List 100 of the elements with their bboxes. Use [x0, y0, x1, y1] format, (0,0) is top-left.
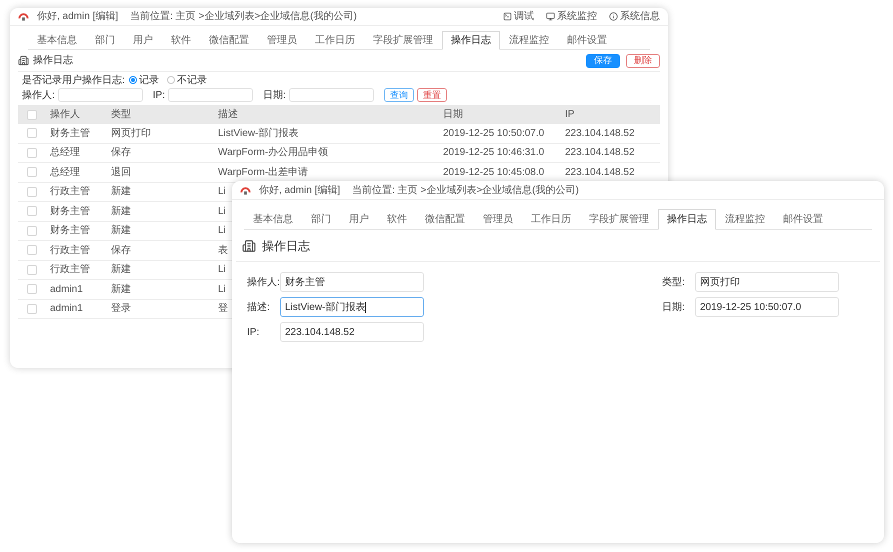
input-field[interactable]: 财务主管	[280, 272, 424, 292]
checkbox[interactable]	[26, 148, 36, 158]
table-cell: Li	[218, 186, 226, 198]
tab[interactable]: 用户	[124, 31, 162, 50]
input-field[interactable]: 2019-12-25 10:50:07.0	[695, 297, 839, 317]
table-cell: 新建	[111, 206, 131, 217]
checkbox[interactable]	[26, 167, 36, 178]
info-icon	[609, 12, 618, 21]
tab[interactable]: 微信配置	[416, 209, 474, 230]
input-field[interactable]	[288, 88, 374, 102]
table-cell: 总经理	[50, 166, 80, 178]
field-label: 日期:	[662, 300, 686, 314]
checkbox[interactable]	[26, 304, 36, 314]
tab[interactable]: 部门	[86, 31, 124, 50]
checkbox[interactable]	[26, 128, 36, 138]
column-header: 操作人	[49, 108, 81, 122]
field-label: IP:	[247, 326, 260, 340]
input-field[interactable]: ListView-部门报表	[280, 297, 424, 317]
tab[interactable]: 软件	[162, 31, 200, 50]
table-cell: 登录	[111, 303, 131, 314]
breadcrumb-text: 当前位置: 主页 >企业域列表>企业域信息(我的公司)	[352, 184, 579, 198]
table-cell: 保存	[111, 244, 131, 256]
checkbox[interactable]	[26, 284, 36, 294]
field-label: 描述:	[247, 300, 271, 314]
table-cell: 223.104.148.52	[565, 147, 635, 158]
radio-label: 记录	[138, 74, 159, 88]
tab[interactable]: 邮件设置	[774, 209, 832, 230]
table-cell: ListView-部门报表	[218, 128, 298, 139]
table-cell: 登	[218, 303, 228, 314]
log-setting-label: 是否记录用户操作日志:	[22, 74, 125, 88]
table-cell: 223.104.148.52	[565, 128, 635, 139]
tab[interactable]: 操作日志	[658, 209, 716, 230]
column-header: 类型	[110, 108, 132, 122]
filter-label: 操作人:	[22, 88, 55, 102]
logo-icon	[240, 184, 251, 196]
tab[interactable]: 管理员	[474, 209, 522, 230]
tab[interactable]: 软件	[378, 209, 416, 230]
input-field[interactable]: 网页打印	[695, 272, 839, 292]
table-cell: 财务主管	[50, 225, 90, 236]
tab[interactable]: 操作日志	[442, 31, 500, 50]
table-cell: 新建	[111, 225, 131, 236]
radio-label: 不记录	[176, 74, 207, 88]
table-cell: 退回	[111, 166, 131, 178]
table-cell: 财务主管	[50, 128, 90, 139]
tab[interactable]: 部门	[302, 209, 340, 230]
checkbox[interactable]	[26, 226, 36, 236]
terminal-icon	[503, 12, 512, 21]
input-field[interactable]	[58, 88, 143, 102]
table-cell: 行政主管	[50, 244, 90, 256]
table-cell: 2019-12-25 10:45:08.0	[443, 166, 544, 178]
table-cell: Li	[218, 225, 226, 236]
section-title: 操作日志	[33, 54, 73, 68]
checkbox[interactable]	[26, 245, 36, 256]
header-link[interactable]: 系统信息	[609, 9, 660, 24]
tab[interactable]: 微信配置	[200, 31, 258, 50]
table-cell: Li	[218, 206, 226, 217]
checkbox[interactable]	[26, 110, 36, 120]
radio-button[interactable]	[128, 76, 137, 84]
table-cell: 行政主管	[50, 186, 90, 198]
tab[interactable]: 邮件设置	[558, 31, 616, 50]
table-cell: 223.104.148.52	[565, 166, 635, 178]
filter-button[interactable]: 重置	[416, 88, 447, 102]
table-cell: Li	[218, 284, 226, 295]
tab[interactable]: 用户	[340, 209, 378, 230]
action-button[interactable]: 删除	[626, 54, 660, 68]
table-cell: 2019-12-25 10:46:31.0	[443, 147, 544, 158]
checkbox[interactable]	[26, 186, 36, 197]
tab[interactable]: 管理员	[258, 31, 306, 50]
table-cell: 保存	[111, 147, 131, 158]
table-cell: Li	[218, 264, 226, 276]
monitor-icon	[546, 12, 555, 21]
header-link[interactable]: 系统监控	[546, 9, 597, 24]
field-label: 操作人:	[247, 276, 280, 290]
input-field[interactable]: 223.104.148.52	[280, 322, 424, 342]
table-cell: 总经理	[50, 147, 80, 158]
filter-button[interactable]: 查询	[384, 88, 414, 102]
input-field[interactable]	[168, 88, 254, 102]
tab[interactable]: 基本信息	[28, 31, 86, 50]
tab[interactable]: 字段扩展管理	[580, 209, 658, 230]
breadcrumb-text: 当前位置: 主页 >企业域列表>企业域信息(我的公司)	[130, 10, 357, 24]
tab[interactable]: 工作日历	[522, 209, 580, 230]
greeting-text: 你好, admin [编辑]	[259, 184, 340, 198]
tab[interactable]: 字段扩展管理	[364, 31, 442, 50]
radio-button[interactable]	[166, 76, 175, 84]
table-cell: admin1	[50, 303, 83, 314]
tab[interactable]: 流程监控	[716, 209, 774, 230]
filter-label: IP:	[152, 88, 166, 102]
column-header: 描述	[217, 108, 239, 122]
tab[interactable]: 基本信息	[244, 209, 302, 230]
tab[interactable]: 流程监控	[500, 31, 558, 50]
header-link[interactable]: 调试	[503, 9, 534, 24]
checkbox[interactable]	[26, 264, 36, 275]
table-cell: 新建	[111, 186, 131, 198]
table-cell: 行政主管	[50, 264, 90, 276]
table-cell: WarpForm-出差申请	[218, 166, 308, 178]
checkbox[interactable]	[26, 206, 36, 216]
action-button[interactable]: 保存	[586, 54, 620, 68]
column-header: IP	[564, 108, 576, 122]
building-icon	[242, 238, 256, 252]
tab[interactable]: 工作日历	[306, 31, 364, 50]
